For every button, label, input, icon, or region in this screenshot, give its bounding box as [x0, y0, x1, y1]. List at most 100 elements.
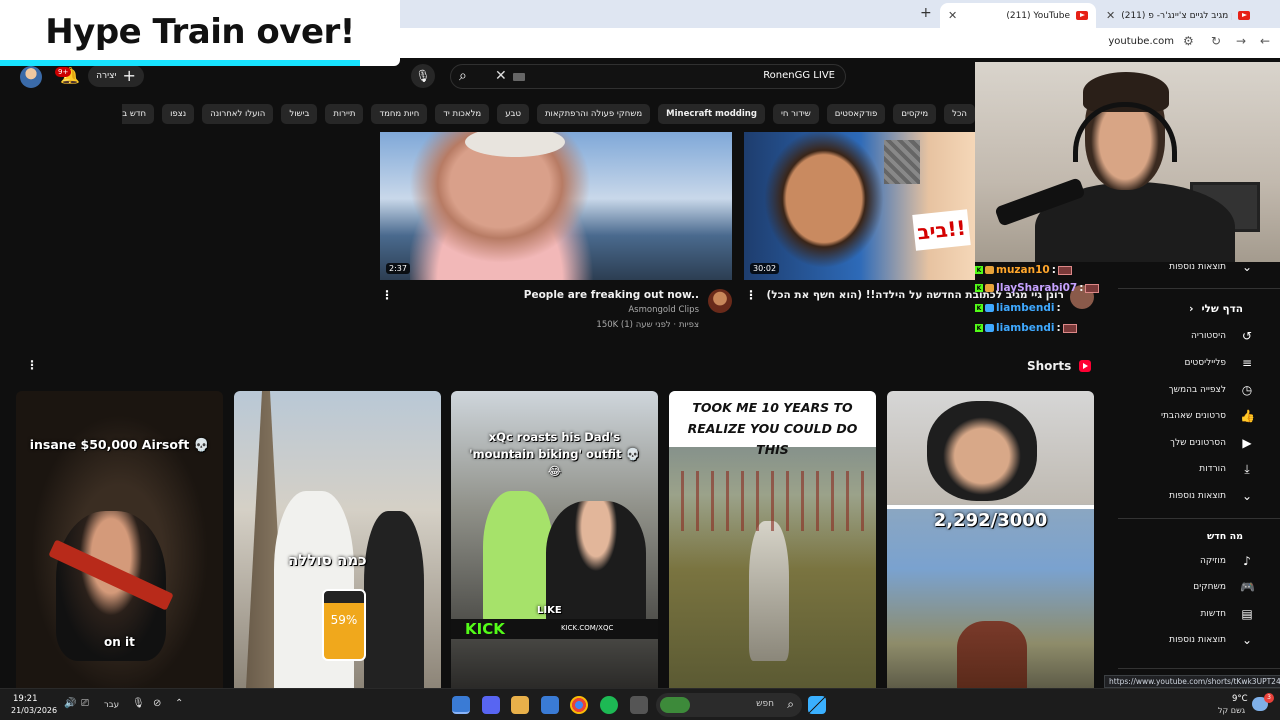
language-indicator[interactable]: עבר	[104, 700, 119, 710]
microphone-icon[interactable]: 🎙	[411, 64, 435, 88]
short-card[interactable]: כמה סוללה 59%	[234, 391, 441, 688]
chevron-up-icon[interactable]: ⌃	[175, 698, 183, 709]
short-card[interactable]: 2,292/3000	[887, 391, 1094, 688]
sidebar-item-label: לצפייה בהמשך	[1168, 385, 1226, 395]
sidebar-item-history[interactable]: היסטוריה ↺	[1114, 323, 1254, 349]
chip[interactable]: פודקאסטים	[826, 104, 886, 124]
chip[interactable]: חדש בשבילך	[122, 104, 155, 124]
tab-youtube[interactable]: ✕ (211) YouTube	[940, 3, 1096, 28]
clock-time[interactable]: 19:21	[13, 694, 38, 704]
play-icon: ▶	[1242, 436, 1252, 450]
search-icon[interactable]: ⌕	[459, 68, 467, 84]
chat-username: liambendi	[996, 302, 1055, 314]
plus-icon: +	[122, 66, 136, 85]
sidebar-item-downloads[interactable]: הורדות ⤓	[1114, 456, 1254, 482]
network-icon[interactable]: ⎚	[81, 698, 89, 709]
video-title[interactable]: People are freaking out now..	[524, 289, 699, 301]
chip[interactable]: נצפו	[162, 104, 195, 124]
hype-train-progress-bar	[0, 60, 360, 66]
chip[interactable]: Minecraft modding	[658, 104, 765, 124]
channel-avatar[interactable]	[708, 289, 732, 313]
sidebar-section-explore: מה חדש	[1207, 531, 1243, 542]
close-icon[interactable]: ✕	[948, 9, 957, 22]
notification-badge: 9+	[55, 67, 72, 77]
sidebar-item-show-more[interactable]: תוצאות נוספות ⌄	[1114, 627, 1254, 653]
more-options-icon[interactable]: ⋮	[26, 358, 38, 372]
app-icon-explorer[interactable]	[630, 696, 648, 714]
chip[interactable]: מיקסים	[893, 104, 937, 124]
url-text[interactable]: youtube.com	[1108, 36, 1174, 47]
kick-url: KICK.COM/XQC	[561, 624, 614, 632]
forward-icon[interactable]: →	[1236, 34, 1246, 48]
short-caption: TOOK ME 10 YEARS TO REALIZE YOU COULD DO…	[687, 400, 858, 457]
create-button[interactable]: יצירה +	[88, 65, 144, 87]
chip[interactable]: תיירות	[325, 104, 364, 124]
chip[interactable]: מלאכות יד	[435, 104, 490, 124]
site-settings-icon[interactable]: ⚙	[1183, 34, 1194, 48]
sidebar-section-you[interactable]: › הדף שלי	[1189, 303, 1243, 315]
weather-temperature[interactable]: 9°C	[1232, 694, 1248, 704]
chip[interactable]: שידור חי	[772, 104, 819, 124]
tab-ronen-video[interactable]: ✕ (211) רונן מגיב לגיים צ'יינג'ר- פ	[1098, 3, 1258, 28]
sidebar-item-show-more[interactable]: תוצאות נוספות ⌄	[1114, 483, 1254, 509]
reload-icon[interactable]: ↻	[1211, 34, 1221, 48]
back-icon[interactable]: ←	[1260, 34, 1270, 48]
search-icon: ⌕	[787, 697, 794, 711]
chip[interactable]: הכל	[944, 104, 975, 124]
more-options-icon[interactable]: ⋮	[381, 288, 393, 302]
search-input[interactable]: ⌕ ✕ RonenGG LIVE	[450, 64, 846, 89]
more-options-icon[interactable]: ⋮	[745, 288, 757, 302]
search-placeholder: חפש	[756, 699, 774, 709]
short-card[interactable]: insane $50,000 Airsoft 💀 on it	[16, 391, 223, 688]
chip[interactable]: טבע	[497, 104, 529, 124]
app-icon-chrome[interactable]	[570, 696, 588, 714]
sidebar-item-show-more[interactable]: תוצאות נוספות ⌄	[1114, 254, 1254, 280]
sidebar-item-news[interactable]: חדשות ▤	[1114, 601, 1254, 627]
channel-name[interactable]: Asmongold Clips	[628, 305, 699, 315]
sidebar-item-watch-later[interactable]: לצפייה בהמשך ◷	[1114, 377, 1254, 403]
app-icon-obs[interactable]	[511, 696, 529, 714]
chip[interactable]: חיות מחמד	[371, 104, 428, 124]
hype-train-overlay: Hype Train over!	[0, 0, 400, 66]
app-icon-telegram[interactable]	[452, 696, 470, 714]
chevron-down-icon: ⌄	[1241, 489, 1253, 503]
keyboard-icon[interactable]	[513, 73, 525, 81]
short-card[interactable]: xQc roasts his Dad's 'mountain biking' o…	[451, 391, 658, 688]
mic-icon[interactable]: 🎙	[132, 698, 145, 709]
app-icon-start-menu[interactable]	[541, 696, 559, 714]
avatar[interactable]	[20, 66, 42, 88]
close-icon[interactable]: ✕	[1106, 9, 1115, 22]
chip[interactable]: בישול	[281, 104, 318, 124]
emote-icon	[1085, 283, 1100, 293]
sidebar-item-liked-videos[interactable]: סרטונים שאהבתי 👍	[1114, 403, 1255, 429]
chip[interactable]: הועלו לאחרונה	[202, 104, 274, 124]
sidebar-item-music[interactable]: מוזיקה ♪	[1114, 548, 1254, 574]
kick-badge-icon: K	[975, 304, 983, 312]
weather-description[interactable]: גשם קל	[1218, 706, 1245, 715]
short-card[interactable]: TOOK ME 10 YEARS TO REALIZE YOU COULD DO…	[669, 391, 876, 688]
chip[interactable]: משחקי פעולה והרפתקאות	[536, 104, 651, 124]
search-query[interactable]: RonenGG LIVE	[763, 70, 835, 81]
gift-badge-icon	[985, 284, 994, 292]
windows-start-icon[interactable]	[808, 696, 826, 714]
app-icon-spotify[interactable]	[600, 696, 618, 714]
volume-icon[interactable]: 🔊	[64, 698, 76, 709]
video-thumbnail[interactable]: ביב!! 30:02	[744, 132, 975, 280]
thumbnail-person	[754, 132, 894, 280]
app-icon-discord[interactable]	[482, 696, 500, 714]
gift-badge-icon	[985, 324, 994, 332]
clock-date[interactable]: 21/03/2026	[11, 706, 57, 715]
sidebar-item-gaming[interactable]: משחקים 🎮	[1114, 574, 1255, 600]
soldiers	[669, 471, 876, 531]
clear-search-icon[interactable]: ✕	[495, 68, 507, 84]
sidebar-item-your-videos[interactable]: הסרטונים שלך ▶	[1114, 430, 1254, 456]
emote-icon	[1062, 323, 1077, 333]
sidebar-item-label: הורדות	[1199, 464, 1226, 474]
video-thumbnail[interactable]: 2:37	[380, 132, 732, 280]
new-tab-button[interactable]: +	[920, 5, 932, 21]
bluetooth-off-icon[interactable]: ⊘	[153, 698, 161, 709]
sidebar-item-playlists[interactable]: פלייליסטים ≡	[1114, 350, 1254, 376]
sidebar-item-label: משחקים	[1193, 582, 1226, 592]
taskbar-search[interactable]: חפש ⌕	[656, 693, 802, 717]
video-duration: 30:02	[750, 263, 780, 274]
